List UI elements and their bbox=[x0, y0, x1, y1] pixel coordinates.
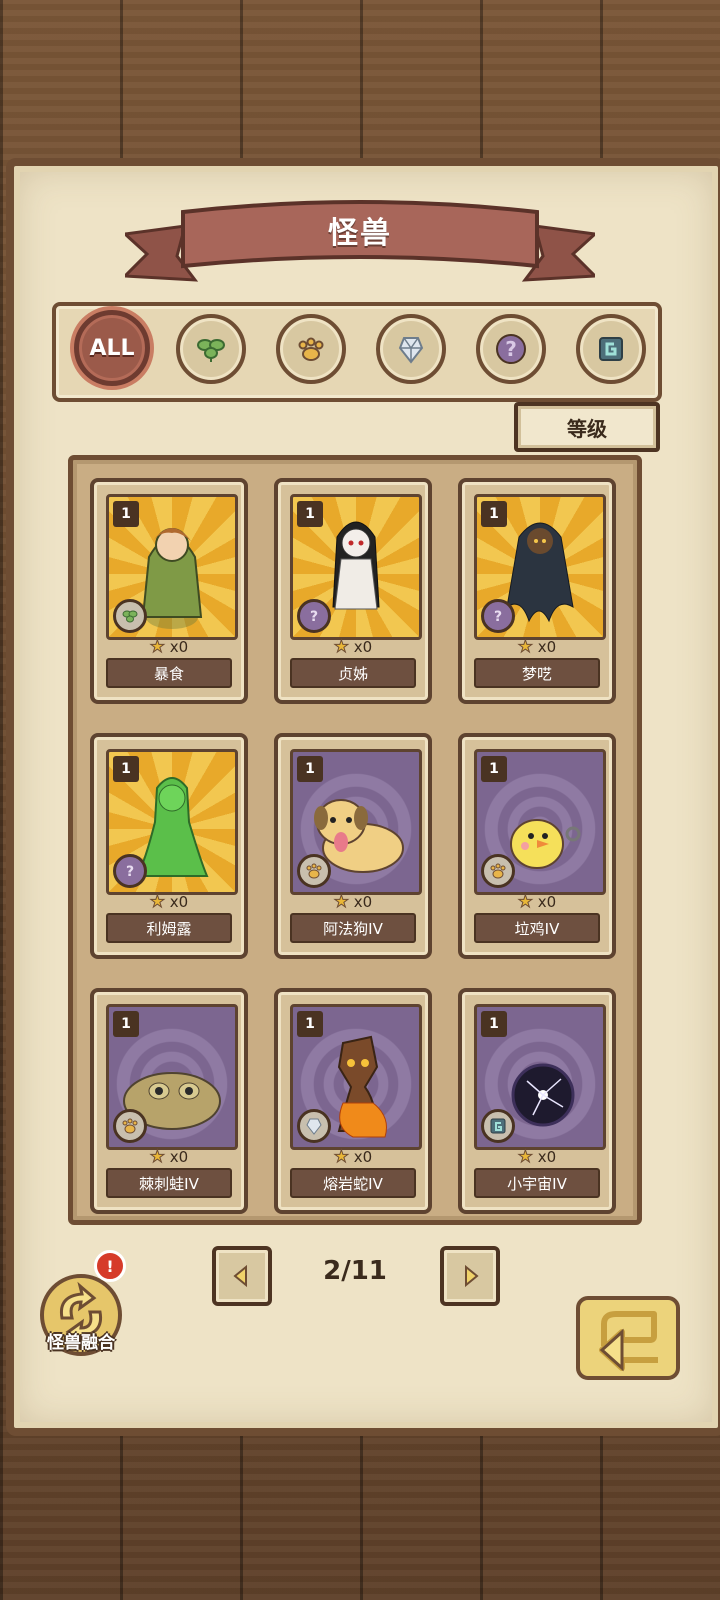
monster-card[interactable]: 1 ★ x0 暴食 bbox=[90, 478, 248, 704]
filter-all-button[interactable]: ALL bbox=[74, 310, 150, 386]
star-icon: ★ bbox=[517, 892, 534, 913]
question-icon: ? bbox=[496, 334, 526, 364]
monster-name: 熔岩蛇IV bbox=[290, 1168, 416, 1198]
crystal-icon bbox=[297, 1109, 331, 1143]
monster-name: 垃鸡IV bbox=[474, 913, 600, 943]
level-badge: 1 bbox=[113, 1011, 139, 1037]
monster-name: 贞姊 bbox=[290, 658, 416, 688]
owned-count: x0 bbox=[169, 638, 189, 656]
filter-unknown-button[interactable]: ? bbox=[476, 314, 546, 384]
star-icon: ★ bbox=[517, 637, 534, 658]
star-count: ★ x0 bbox=[462, 892, 612, 913]
level-badge: 1 bbox=[113, 501, 139, 527]
svg-text:?: ? bbox=[494, 609, 502, 625]
monster-card[interactable]: 1 ★ x0 熔岩蛇IV bbox=[274, 988, 432, 1214]
level-badge: 1 bbox=[297, 1011, 323, 1037]
leaf-icon bbox=[113, 599, 147, 633]
monster-card[interactable]: 1 ★ x0 小宇宙IV bbox=[458, 988, 616, 1214]
paw-icon bbox=[113, 1109, 147, 1143]
question-icon: ? bbox=[481, 599, 515, 633]
monster-portrait: 1 ? bbox=[106, 749, 238, 895]
arrow-right-icon bbox=[465, 1264, 479, 1288]
owned-count: x0 bbox=[169, 893, 189, 911]
monster-card[interactable]: 1 ? ★ x0 梦呓 bbox=[458, 478, 616, 704]
paw-icon bbox=[481, 854, 515, 888]
star-count: ★ x0 bbox=[278, 1147, 428, 1168]
owned-count: x0 bbox=[169, 1148, 189, 1166]
star-icon: ★ bbox=[517, 1147, 534, 1168]
owned-count: x0 bbox=[353, 1148, 373, 1166]
monster-fusion-button[interactable]: 怪兽融合 bbox=[36, 1270, 126, 1360]
monster-portrait: 1 bbox=[290, 1004, 422, 1150]
page-indicator: 2/11 bbox=[323, 1256, 387, 1286]
monster-name: 利姆露 bbox=[106, 913, 232, 943]
monster-card[interactable]: 1 ★ x0 棘刺蛙IV bbox=[90, 988, 248, 1214]
prev-page-button[interactable] bbox=[212, 1246, 272, 1306]
monster-name: 暴食 bbox=[106, 658, 232, 688]
fusion-label: 怪兽融合 bbox=[47, 1333, 115, 1353]
star-count: ★ x0 bbox=[94, 1147, 244, 1168]
monster-portrait: 1 bbox=[106, 494, 238, 640]
star-icon: ★ bbox=[333, 1147, 350, 1168]
leaf-icon bbox=[197, 339, 225, 362]
monster-name: 棘刺蛙IV bbox=[106, 1168, 232, 1198]
star-count: ★ x0 bbox=[278, 892, 428, 913]
arrow-left-icon bbox=[233, 1264, 247, 1288]
monster-name: 小宇宙IV bbox=[474, 1168, 600, 1198]
level-badge: 1 bbox=[297, 756, 323, 782]
crystal-icon bbox=[398, 337, 424, 364]
monster-portrait: 1 ? bbox=[474, 494, 606, 640]
level-badge: 1 bbox=[481, 501, 507, 527]
filter-all-label: ALL bbox=[89, 335, 135, 361]
star-count: ★ x0 bbox=[278, 637, 428, 658]
monster-portrait: 1 bbox=[474, 1004, 606, 1150]
filter-beast-button[interactable] bbox=[276, 314, 346, 384]
star-count: ★ x0 bbox=[94, 892, 244, 913]
star-icon: ★ bbox=[149, 637, 166, 658]
owned-count: x0 bbox=[353, 893, 373, 911]
star-count: ★ x0 bbox=[94, 637, 244, 658]
filter-cosmic-button[interactable] bbox=[576, 314, 646, 384]
monster-portrait: 1 ? bbox=[290, 494, 422, 640]
page-title: 怪兽 bbox=[328, 216, 392, 251]
owned-count: x0 bbox=[537, 893, 557, 911]
star-icon: ★ bbox=[149, 892, 166, 913]
cosmic-icon bbox=[599, 337, 623, 361]
monster-portrait: 1 bbox=[290, 749, 422, 895]
next-page-button[interactable] bbox=[440, 1246, 500, 1306]
level-badge: 1 bbox=[297, 501, 323, 527]
paw-icon bbox=[297, 854, 331, 888]
star-icon: ★ bbox=[149, 1147, 166, 1168]
svg-text:?: ? bbox=[126, 864, 134, 880]
monster-card[interactable]: 1 ★ x0 垃鸡IV bbox=[458, 733, 616, 959]
owned-count: x0 bbox=[353, 638, 373, 656]
filter-mineral-button[interactable] bbox=[376, 314, 446, 384]
svg-text:?: ? bbox=[505, 337, 517, 361]
filter-plant-button[interactable] bbox=[176, 314, 246, 384]
monster-card[interactable]: 1 ? ★ x0 利姆露 bbox=[90, 733, 248, 959]
owned-count: x0 bbox=[537, 1148, 557, 1166]
level-badge: 1 bbox=[113, 756, 139, 782]
monster-name: 阿法狗IV bbox=[290, 913, 416, 943]
sort-level-button[interactable]: 等级 bbox=[514, 402, 660, 452]
level-badge: 1 bbox=[481, 1011, 507, 1037]
paw-icon bbox=[298, 337, 324, 361]
monster-portrait: 1 bbox=[474, 749, 606, 895]
star-count: ★ x0 bbox=[462, 1147, 612, 1168]
monster-name: 梦呓 bbox=[474, 658, 600, 688]
notification-badge: ! bbox=[94, 1250, 126, 1282]
svg-text:?: ? bbox=[310, 609, 318, 625]
question-icon: ? bbox=[297, 599, 331, 633]
star-icon: ★ bbox=[333, 637, 350, 658]
back-button[interactable] bbox=[574, 1290, 686, 1386]
monster-card[interactable]: 1 ★ x0 阿法狗IV bbox=[274, 733, 432, 959]
star-count: ★ x0 bbox=[462, 637, 612, 658]
monster-card[interactable]: 1 ? ★ x0 贞姊 bbox=[274, 478, 432, 704]
question-icon: ? bbox=[113, 854, 147, 888]
monster-portrait: 1 bbox=[106, 1004, 238, 1150]
star-icon: ★ bbox=[333, 892, 350, 913]
owned-count: x0 bbox=[537, 638, 557, 656]
cosmic-icon bbox=[481, 1109, 515, 1143]
level-badge: 1 bbox=[481, 756, 507, 782]
